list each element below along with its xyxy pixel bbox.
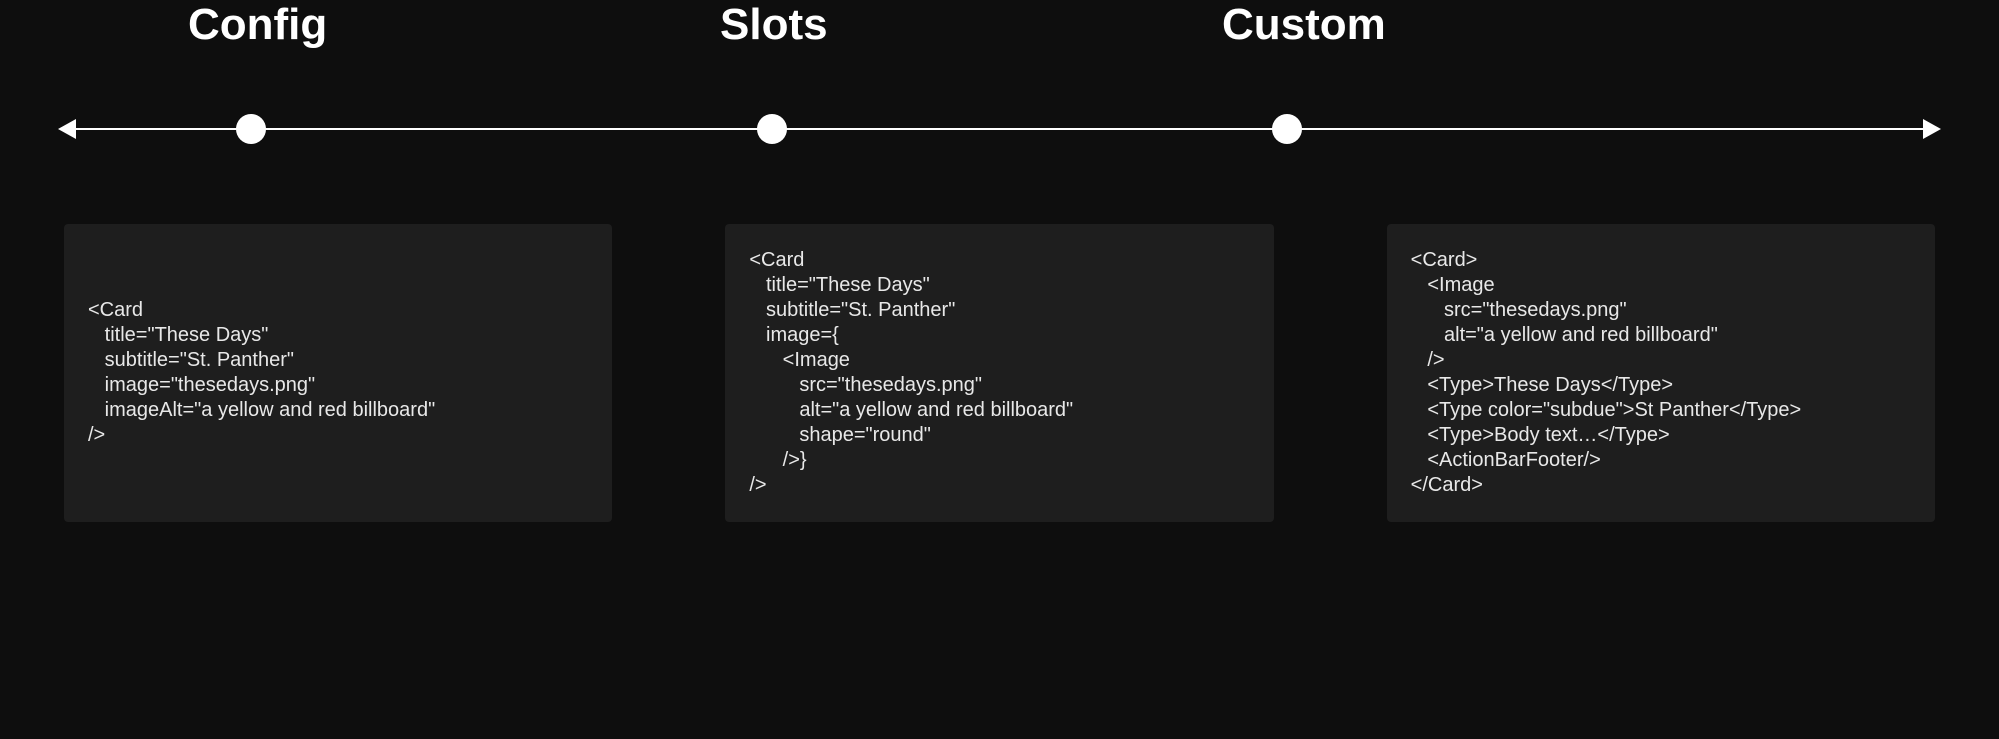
codeblock-slots: <Card title="These Days" subtitle="St. P… (725, 224, 1273, 522)
axis-dot-slots (757, 114, 787, 144)
heading-slots: Slots (720, 0, 828, 50)
codeblock-custom: <Card> <Image src="thesedays.png" alt="a… (1387, 224, 1935, 522)
diagram-container: Config Slots Custom <Card title="These D… (0, 0, 1999, 739)
axis-dot-config (236, 114, 266, 144)
codeblocks-row: <Card title="These Days" subtitle="St. P… (64, 224, 1935, 522)
codeblock-config: <Card title="These Days" subtitle="St. P… (64, 224, 612, 522)
arrow-left-icon (58, 119, 76, 139)
heading-custom: Custom (1222, 0, 1386, 50)
arrow-right-icon (1923, 119, 1941, 139)
axis-dot-custom (1272, 114, 1302, 144)
codeblock-config-text: <Card title="These Days" subtitle="St. P… (88, 298, 435, 448)
heading-config: Config (188, 0, 327, 50)
axis-line (68, 128, 1931, 130)
codeblock-custom-text: <Card> <Image src="thesedays.png" alt="a… (1411, 248, 1802, 498)
codeblock-slots-text: <Card title="These Days" subtitle="St. P… (749, 248, 1073, 498)
